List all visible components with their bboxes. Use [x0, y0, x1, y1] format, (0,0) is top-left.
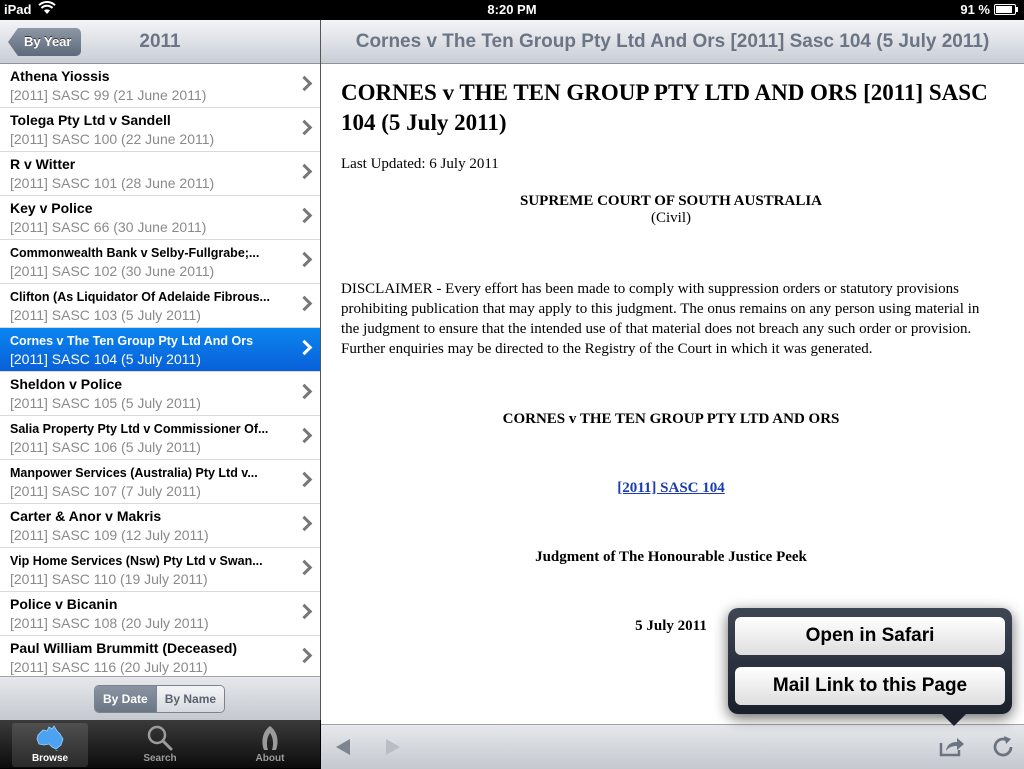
- list-item[interactable]: Athena Yiossis [2011] SASC 99 (21 June 20…: [0, 64, 320, 108]
- magnifier-icon: [122, 723, 198, 753]
- list-item[interactable]: Police v Bicanin [2011] SASC 108 (20 July…: [0, 592, 320, 636]
- list-item[interactable]: Vip Home Services (Nsw) Pty Ltd v Swan..…: [0, 548, 320, 592]
- judge-line: Judgment of The Honourable Justice Peek: [535, 549, 807, 565]
- mail-link-button[interactable]: Mail Link to this Page: [735, 667, 1005, 705]
- list-item-citation: [2011] SASC 103 (5 July 2011): [10, 307, 201, 323]
- list-item-citation: [2011] SASC 99 (21 June 2011): [10, 87, 207, 103]
- last-updated: Last Updated: 6 July 2011: [341, 156, 499, 172]
- list-item-title: Manpower Services (Australia) Pty Ltd v.…: [10, 466, 258, 480]
- list-item[interactable]: Sheldon v Police [2011] SASC 105 (5 July …: [0, 372, 320, 416]
- list-item-citation: [2011] SASC 105 (5 July 2011): [10, 395, 201, 411]
- chevron-right-icon: [296, 163, 313, 180]
- list-item[interactable]: Clifton (As Liquidator Of Adelaide Fibro…: [0, 284, 320, 328]
- reload-icon[interactable]: [991, 735, 1015, 764]
- chevron-right-icon: [296, 251, 313, 268]
- tab-about-label: About: [255, 753, 285, 764]
- left-navigation-bar: By Year 2011: [0, 20, 320, 64]
- clock: 8:20 PM: [487, 2, 537, 17]
- citation-link[interactable]: [2011] SASC 104: [341, 480, 1001, 497]
- battery-indicator: 91 %: [960, 2, 1018, 17]
- list-item-title: Paul William Brummitt (Deceased): [10, 640, 238, 656]
- list-item-title: Commonwealth Bank v Selby-Fullgrabe;...: [10, 246, 260, 260]
- chevron-right-icon: [296, 471, 313, 488]
- list-item-title: Tolega Pty Ltd v Sandell: [10, 112, 171, 128]
- chevron-right-icon: [296, 647, 313, 664]
- sort-by-name-button[interactable]: By Name: [155, 686, 225, 712]
- list-item[interactable]: Paul William Brummitt (Deceased) [2011] S…: [0, 636, 320, 676]
- list-item-title: Police v Bicanin: [10, 596, 118, 612]
- document-title: Cornes v The Ten Group Pty Ltd And Ors […: [355, 31, 990, 52]
- list-item-title: Vip Home Services (Nsw) Pty Ltd v Swan..…: [10, 554, 263, 568]
- list-item-citation: [2011] SASC 66 (30 June 2011): [10, 219, 207, 235]
- chevron-right-icon: [296, 559, 313, 576]
- chevron-right-icon: [296, 295, 313, 312]
- list-item[interactable]: Tolega Pty Ltd v Sandell [2011] SASC 100 …: [0, 108, 320, 152]
- list-item-citation: [2011] SASC 100 (22 June 2011): [10, 131, 215, 147]
- list-item[interactable]: Carter & Anor v Makris [2011] SASC 109 (1…: [0, 504, 320, 548]
- sort-by-date-button[interactable]: By Date: [95, 686, 156, 712]
- status-bar: iPad 8:20 PM 91 %: [0, 0, 1024, 20]
- list-item-citation: [2011] SASC 102 (30 June 2011): [10, 263, 215, 279]
- document-heading: CORNES v THE TEN GROUP PTY LTD AND ORS […: [341, 80, 988, 135]
- share-icon[interactable]: [939, 735, 965, 762]
- chevron-right-icon: [296, 119, 313, 136]
- share-popover: Open in Safari Mail Link to this Page: [728, 608, 1012, 726]
- chevron-right-icon: [296, 603, 313, 620]
- list-item-title: Cornes v The Ten Group Pty Ltd And Ors: [10, 334, 254, 348]
- left-toolbar: By Date By Name: [0, 676, 320, 721]
- chevron-right-icon: [296, 515, 313, 532]
- australia-map-icon: [12, 723, 88, 753]
- battery-icon: [994, 4, 1018, 15]
- list-item-citation: [2011] SASC 110 (19 July 2011): [10, 571, 208, 587]
- list-item-citation: [2011] SASC 101 (28 June 2011): [10, 175, 215, 191]
- forward-arrow-icon[interactable]: [385, 738, 401, 761]
- list-item-title: Athena Yiossis: [10, 68, 110, 84]
- list-item-title: Clifton (As Liquidator Of Adelaide Fibro…: [10, 290, 270, 304]
- list-item-citation: [2011] SASC 104 (5 July 2011): [10, 351, 201, 367]
- tab-browse[interactable]: Browse: [12, 723, 88, 767]
- browser-toolbar: [321, 724, 1024, 769]
- judgment-list[interactable]: Athena Yiossis [2011] SASC 99 (21 June 20…: [0, 64, 320, 676]
- disclaimer-paragraph: DISCLAIMER - Every effort has been made …: [341, 281, 980, 357]
- chevron-right-icon: [296, 383, 313, 400]
- list-item[interactable]: R v Witter [2011] SASC 101 (28 June 2011): [0, 152, 320, 196]
- list-item-citation: [2011] SASC 106 (5 July 2011): [10, 439, 201, 455]
- list-item[interactable]: Commonwealth Bank v Selby-Fullgrabe;... […: [0, 240, 320, 284]
- left-pane: By Year 2011 Athena Yiossis [2011] SASC 9…: [0, 20, 321, 721]
- tab-browse-label: Browse: [31, 753, 69, 764]
- case-name: CORNES v THE TEN GROUP PTY LTD AND ORS: [502, 411, 840, 427]
- sort-segmented-control[interactable]: By Date By Name: [94, 685, 226, 713]
- open-in-safari-button[interactable]: Open in Safari: [735, 617, 1005, 655]
- list-item-citation: [2011] SASC 107 (7 July 2011): [10, 483, 201, 499]
- list-item[interactable]: Manpower Services (Australia) Pty Ltd v.…: [0, 460, 320, 504]
- list-item-citation: [2011] SASC 116 (20 July 2011): [10, 659, 208, 675]
- list-item-title: Carter & Anor v Makris: [10, 508, 162, 524]
- list-item[interactable]: Cornes v The Ten Group Pty Ltd And Ors [2…: [0, 328, 320, 372]
- left-nav-title: 2011: [139, 31, 181, 52]
- right-navigation-bar: Cornes v The Ten Group Pty Ltd And Ors […: [321, 20, 1024, 64]
- about-icon: [232, 723, 308, 753]
- chevron-right-icon: [296, 339, 313, 356]
- tab-bar: Browse Search About: [0, 720, 320, 768]
- tab-search-label: Search: [143, 753, 177, 764]
- list-item-title: Salia Property Pty Ltd v Commissioner Of…: [10, 422, 269, 436]
- list-item[interactable]: Salia Property Pty Ltd v Commissioner Of…: [0, 416, 320, 460]
- court-name: SUPREME COURT OF SOUTH AUSTRALIA: [519, 193, 823, 209]
- back-arrow-icon[interactable]: [335, 738, 351, 761]
- chevron-right-icon: [296, 75, 313, 92]
- list-item-citation: [2011] SASC 108 (20 July 2011): [10, 615, 209, 631]
- battery-percent: 91 %: [960, 2, 990, 17]
- list-item[interactable]: Key v Police [2011] SASC 66 (30 June 2011…: [0, 196, 320, 240]
- list-item-title: Sheldon v Police: [10, 376, 123, 392]
- chevron-right-icon: [296, 207, 313, 224]
- judgment-document: CORNES v THE TEN GROUP PTY LTD AND ORS […: [341, 78, 1001, 635]
- tab-about[interactable]: About: [232, 723, 308, 767]
- court-division: (Civil): [651, 210, 691, 226]
- list-item-title: Key v Police: [10, 200, 93, 216]
- tab-search[interactable]: Search: [122, 723, 198, 767]
- list-item-citation: [2011] SASC 109 (12 July 2011): [10, 527, 209, 543]
- chevron-right-icon: [296, 427, 313, 444]
- list-item-title: R v Witter: [10, 156, 76, 172]
